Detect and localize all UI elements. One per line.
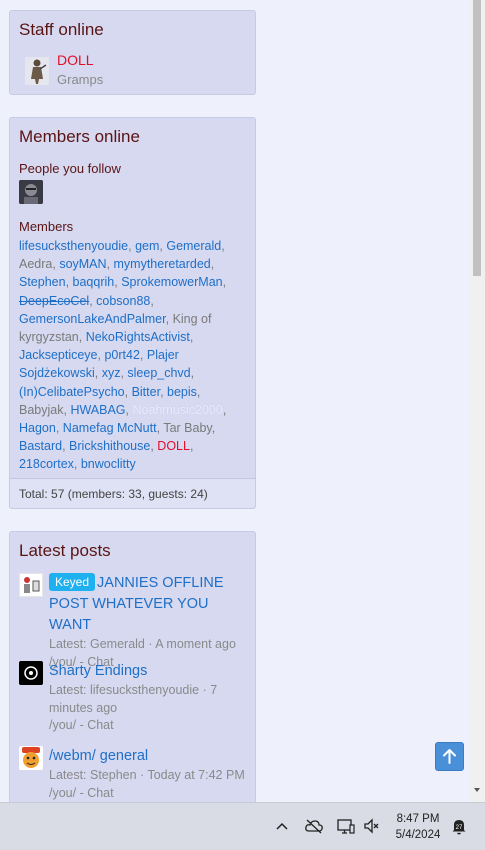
staff-avatar[interactable] — [25, 57, 49, 85]
system-clock[interactable]: 8:47 PM 5/4/2024 — [388, 811, 448, 843]
post-latest-meta: Latest: lifesucksthenyoudie · 7 minutes … — [49, 683, 218, 715]
member-link[interactable]: Noahmusic2000 — [133, 403, 223, 417]
scrollbar-thumb[interactable] — [473, 0, 481, 276]
member-link[interactable]: sleep_chvd — [127, 366, 190, 380]
member-link[interactable]: GemersonLakeAndPalmer — [19, 312, 166, 326]
onedrive-offline-icon[interactable] — [304, 816, 324, 836]
latest-posts-block: Latest posts Keyed JANNIES OFFLINE POST W… — [9, 531, 256, 802]
clock-date: 5/4/2024 — [395, 829, 441, 841]
post-latest-meta: Latest: Gemerald · A moment ago — [49, 637, 236, 651]
scroll-to-top-button[interactable] — [435, 742, 464, 771]
member-link[interactable]: Namefag McNutt — [63, 421, 157, 435]
member-link[interactable]: NekoRightsActivist — [86, 330, 190, 344]
keyed-prefix-badge[interactable]: Keyed — [49, 573, 96, 591]
followed-user-avatar[interactable] — [19, 180, 43, 204]
member-link[interactable]: HWABAG — [70, 403, 125, 417]
member-link[interactable]: xyz — [102, 366, 121, 380]
member-link[interactable]: bnwoclitty — [81, 457, 136, 471]
scroll-down-arrow-icon[interactable] — [472, 785, 482, 795]
member-link[interactable]: Aedra — [19, 257, 52, 271]
windows-taskbar: 8:47 PM 5/4/2024 27 — [0, 802, 485, 850]
speaker-muted-icon[interactable] — [362, 816, 382, 836]
member-link[interactable]: mymytheretarded — [114, 257, 211, 271]
staff-member-name[interactable]: DOLL — [57, 52, 94, 68]
post-title-link[interactable]: Sharty Endings — [49, 661, 251, 682]
member-link[interactable]: Stephen — [19, 275, 66, 289]
members-online-title: Members online — [19, 127, 140, 146]
clock-time: 8:47 PM — [396, 813, 440, 825]
post-forum-link[interactable]: /you/ - Chat — [49, 785, 251, 803]
latest-posts-title: Latest posts — [19, 541, 111, 560]
staff-online-title: Staff online — [19, 20, 104, 39]
member-link[interactable]: DeepEcoCel — [19, 294, 89, 308]
staff-online-block: Staff online DOLL Gramps — [9, 10, 256, 95]
notification-count: 27 — [456, 825, 463, 831]
members-footer: Total: 57 (members: 33, guests: 24) — [10, 478, 255, 508]
members-label: Members — [19, 219, 74, 234]
arrow-up-icon — [443, 749, 456, 764]
member-link[interactable]: Brickshithouse — [69, 439, 150, 453]
member-link[interactable]: Gemerald — [166, 239, 221, 253]
network-icon[interactable] — [336, 816, 356, 836]
member-link[interactable]: SprokemowerMan — [121, 275, 222, 289]
member-link[interactable]: cobson88 — [96, 294, 150, 308]
member-link[interactable]: Babyjak — [19, 403, 63, 417]
post-author-avatar[interactable] — [19, 661, 43, 685]
member-link[interactable]: DOLL — [157, 439, 190, 453]
page-scrollbar[interactable] — [469, 0, 485, 802]
member-link[interactable]: baqqrih — [73, 275, 115, 289]
member-list: lifesucksthenyoudie, gem, Gemerald, Aedr… — [19, 239, 227, 472]
member-link[interactable]: lifesucksthenyoudie — [19, 239, 128, 253]
member-link[interactable]: Tar Baby — [163, 421, 211, 435]
post-author-avatar[interactable] — [19, 746, 43, 770]
show-hidden-icons-chevron-icon[interactable] — [272, 816, 292, 836]
member-link[interactable]: bepis — [167, 385, 197, 399]
post-latest-meta: Latest: Stephen · Today at 7:42 PM — [49, 768, 245, 782]
member-link[interactable]: p0rt42 — [104, 348, 139, 362]
member-link[interactable]: gem — [135, 239, 159, 253]
notification-bell-icon[interactable]: 27 — [449, 816, 469, 836]
post-author-avatar[interactable] — [19, 573, 43, 597]
member-link[interactable]: Bitter — [132, 385, 161, 399]
member-link[interactable]: soyMAN — [59, 257, 106, 271]
member-link[interactable]: (In)CelibatePsycho — [19, 385, 125, 399]
member-link[interactable]: 218cortex — [19, 457, 74, 471]
post-title-link[interactable]: /webm/ general — [49, 746, 251, 767]
post-forum-link[interactable]: /you/ - Chat — [49, 717, 251, 735]
people-you-follow-label: People you follow — [19, 161, 121, 176]
members-online-block: Members online People you follow Members… — [9, 117, 256, 509]
member-link[interactable]: Bastard — [19, 439, 62, 453]
member-link[interactable]: Hagon — [19, 421, 56, 435]
members-total: Total: 57 (members: 33, guests: 24) — [19, 487, 208, 501]
forum-sidebar: Staff online DOLL Gramps Members online … — [0, 0, 469, 802]
staff-member-role: Gramps — [57, 72, 104, 87]
member-link[interactable]: Jacksepticeye — [19, 348, 98, 362]
